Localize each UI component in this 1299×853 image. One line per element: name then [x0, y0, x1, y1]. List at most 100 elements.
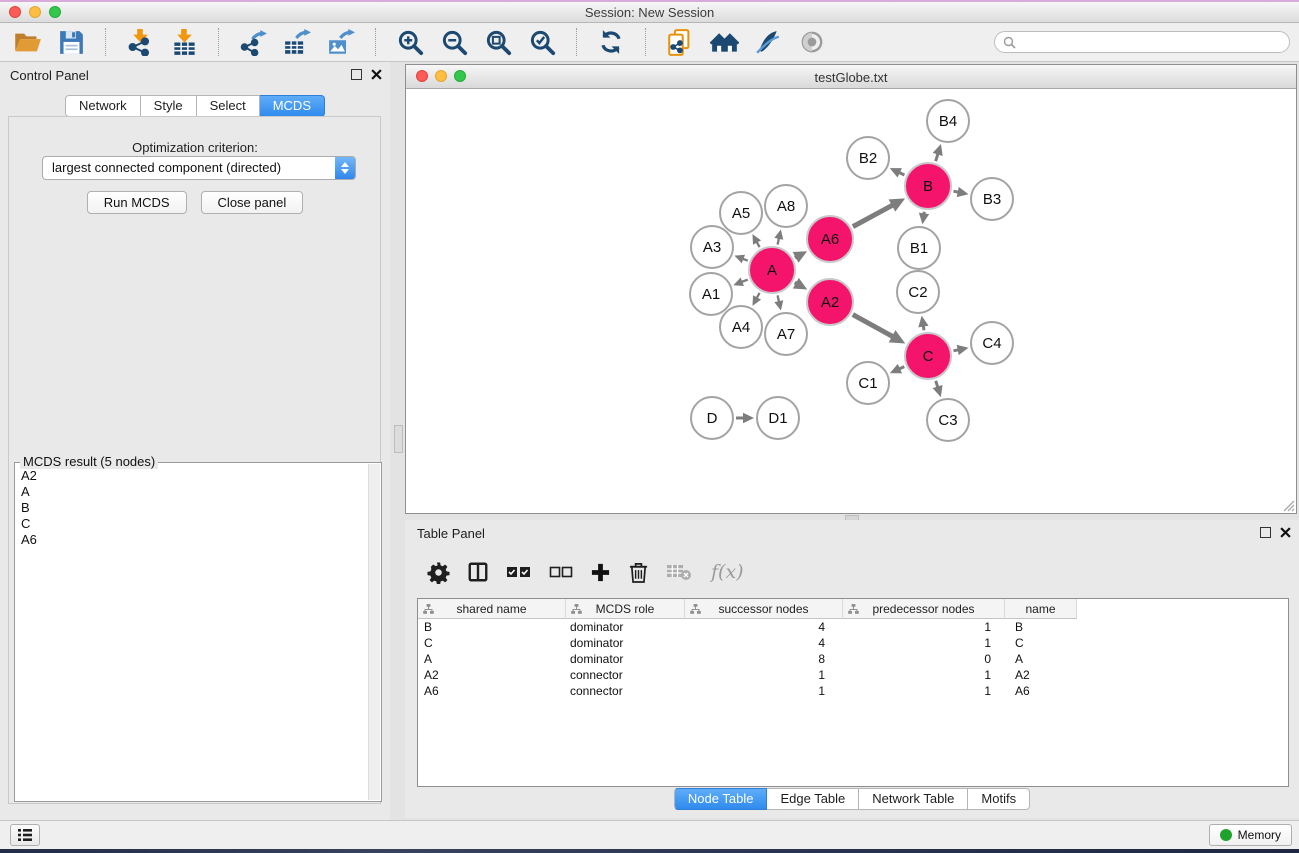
graph-node-A3[interactable]: A3: [691, 226, 733, 268]
tab-motifs[interactable]: Motifs: [968, 788, 1030, 810]
criterion-dropdown[interactable]: largest connected component (directed): [42, 156, 356, 180]
table-cell[interactable]: 4: [685, 620, 843, 634]
graph-node-A8[interactable]: A8: [765, 185, 807, 227]
table-cell[interactable]: 1: [843, 668, 1005, 682]
search-input[interactable]: [1021, 34, 1289, 50]
graph-node-A7[interactable]: A7: [765, 313, 807, 355]
graph-node-B1[interactable]: B1: [898, 227, 940, 269]
table-close-panel-icon[interactable]: [1280, 527, 1291, 538]
new-network-from-selection-icon[interactable]: [665, 27, 695, 57]
table-row[interactable]: Bdominator41B: [418, 619, 1288, 635]
close-panel-icon[interactable]: [371, 69, 382, 80]
graph-node-B4[interactable]: B4: [927, 100, 969, 142]
table-cell[interactable]: C: [418, 636, 566, 650]
mcds-result-item[interactable]: A: [15, 484, 368, 500]
search-field[interactable]: [994, 31, 1290, 53]
show-panel-list-button[interactable]: [10, 824, 40, 846]
table-cell[interactable]: A6: [1005, 684, 1077, 698]
table-cell[interactable]: B: [418, 620, 566, 634]
tab-style[interactable]: Style: [141, 95, 197, 117]
graph-edge-A2-C[interactable]: [853, 315, 894, 337]
graph-node-C4[interactable]: C4: [971, 322, 1013, 364]
graph-node-C1[interactable]: C1: [847, 362, 889, 404]
save-session-icon[interactable]: [56, 27, 86, 57]
table-cell[interactable]: 1: [843, 636, 1005, 650]
table-cell[interactable]: 1: [685, 684, 843, 698]
export-table-icon[interactable]: [282, 27, 312, 57]
result-scrollbar[interactable]: [368, 464, 380, 800]
import-network-icon[interactable]: [125, 27, 155, 57]
mcds-result-item[interactable]: C: [15, 516, 368, 532]
show-graphics-details-eye-icon[interactable]: [797, 27, 827, 57]
graph-node-A6[interactable]: A6: [807, 216, 853, 262]
graph-node-B[interactable]: B: [905, 163, 951, 209]
network-window-titlebar[interactable]: testGlobe.txt: [406, 65, 1296, 89]
graph-node-A1[interactable]: A1: [690, 273, 732, 315]
table-cell[interactable]: A: [418, 652, 566, 666]
refresh-view-icon[interactable]: [596, 27, 626, 57]
table-cell[interactable]: B: [1005, 620, 1077, 634]
zoom-fit-icon[interactable]: [483, 27, 513, 57]
graph-node-C2[interactable]: C2: [897, 271, 939, 313]
tab-node-table[interactable]: Node Table: [674, 788, 768, 810]
run-mcds-button[interactable]: Run MCDS: [87, 191, 187, 214]
table-row[interactable]: Cdominator41C: [418, 635, 1288, 651]
graph-node-C3[interactable]: C3: [927, 399, 969, 441]
show-columns-icon[interactable]: [467, 561, 489, 583]
tab-edge-table[interactable]: Edge Table: [767, 788, 859, 810]
zoom-in-icon[interactable]: [395, 27, 425, 57]
column-header-successor-nodes[interactable]: successor nodes: [685, 599, 843, 619]
tab-select[interactable]: Select: [197, 95, 260, 117]
mcds-result-item[interactable]: A2: [15, 468, 368, 484]
mcds-result-item[interactable]: B: [15, 500, 368, 516]
select-all-icon[interactable]: [506, 565, 532, 580]
table-cell[interactable]: 1: [843, 684, 1005, 698]
deselect-all-icon[interactable]: [549, 566, 573, 579]
graph-node-A2[interactable]: A2: [807, 279, 853, 325]
graph-node-A4[interactable]: A4: [720, 306, 762, 348]
tab-network-table[interactable]: Network Table: [859, 788, 968, 810]
column-header-shared-name[interactable]: shared name: [418, 599, 566, 619]
tab-network[interactable]: Network: [65, 95, 141, 117]
mcds-result-item[interactable]: A6: [15, 532, 368, 548]
table-cell[interactable]: C: [1005, 636, 1077, 650]
table-settings-gear-icon[interactable]: [427, 561, 450, 584]
vizmap-icon[interactable]: [753, 27, 783, 57]
add-column-plus-icon[interactable]: [590, 562, 611, 583]
export-network-icon[interactable]: [238, 27, 268, 57]
main-titlebar[interactable]: Session: New Session: [0, 2, 1299, 23]
float-panel-icon[interactable]: [351, 69, 362, 80]
table-cell[interactable]: A6: [418, 684, 566, 698]
table-cell[interactable]: 1: [685, 668, 843, 682]
table-cell[interactable]: A2: [418, 668, 566, 682]
table-cell[interactable]: 1: [843, 620, 1005, 634]
graph-node-B2[interactable]: B2: [847, 137, 889, 179]
table-row[interactable]: Adominator80A: [418, 651, 1288, 667]
vertical-split-handle[interactable]: [394, 425, 403, 453]
graph-node-A[interactable]: A: [749, 247, 795, 293]
graph-node-D[interactable]: D: [691, 397, 733, 439]
graph-node-B3[interactable]: B3: [971, 178, 1013, 220]
table-float-panel-icon[interactable]: [1260, 527, 1271, 538]
table-row[interactable]: A6connector11A6: [418, 683, 1288, 699]
table-cell[interactable]: 4: [685, 636, 843, 650]
export-image-icon[interactable]: [326, 27, 356, 57]
open-session-icon[interactable]: [12, 27, 42, 57]
graph-node-C[interactable]: C: [905, 333, 951, 379]
table-cell[interactable]: A2: [1005, 668, 1077, 682]
graph-node-A5[interactable]: A5: [720, 192, 762, 234]
table-row[interactable]: A2connector11A2: [418, 667, 1288, 683]
resize-grip-icon[interactable]: [1282, 499, 1295, 512]
zoom-out-icon[interactable]: [439, 27, 469, 57]
close-panel-button[interactable]: Close panel: [201, 191, 304, 214]
import-table-icon[interactable]: [169, 27, 199, 57]
tab-mcds[interactable]: MCDS: [260, 95, 325, 117]
table-cell[interactable]: dominator: [566, 652, 685, 666]
table-cell[interactable]: A: [1005, 652, 1077, 666]
zoom-selected-icon[interactable]: [527, 27, 557, 57]
column-header-predecessor-nodes[interactable]: predecessor nodes: [843, 599, 1005, 619]
graph-edge-A6-B[interactable]: [853, 205, 893, 227]
column-header-MCDS-role[interactable]: MCDS role: [566, 599, 685, 619]
home-icon[interactable]: [709, 27, 739, 57]
graph-node-D1[interactable]: D1: [757, 397, 799, 439]
